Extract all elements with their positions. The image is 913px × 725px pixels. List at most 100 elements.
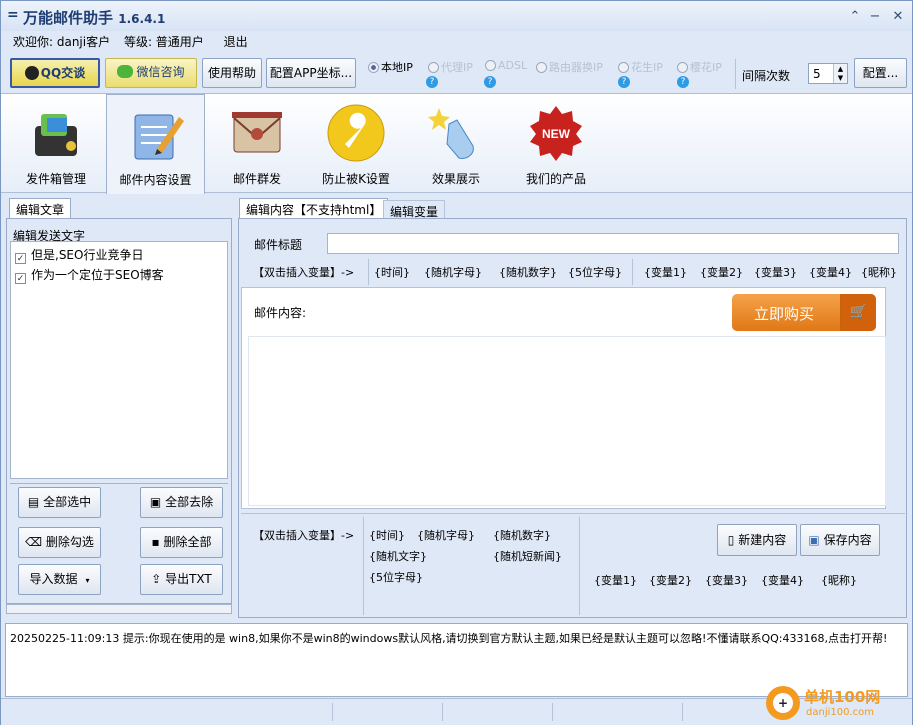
var-random-letter-2[interactable]: {随机字母} [417, 527, 475, 543]
new-badge-icon: NEW [530, 106, 582, 161]
var-random-news[interactable]: {随机短新闻} [493, 548, 562, 564]
tool-mass-send[interactable]: 邮件群发 [208, 94, 306, 192]
radio-sakura-ip[interactable]: 樱花IP [677, 59, 722, 75]
var-2-2[interactable]: {变量2} [649, 572, 692, 588]
cart-icon: 🛒 [840, 294, 876, 331]
var-time[interactable]: {时间} [374, 264, 410, 280]
buy-now-button[interactable]: 立即购买 🛒 [732, 294, 876, 331]
radio-proxy-ip[interactable]: 代理IP [428, 59, 473, 75]
help-proxy-icon[interactable]: ? [426, 76, 438, 88]
var-4[interactable]: {变量4} [809, 264, 852, 280]
welcome-bar: 欢迎你: danji客户 等级: 普通用户 退出 [13, 33, 258, 50]
wechat-icon [117, 65, 134, 78]
var-random-number[interactable]: {随机数字} [499, 264, 557, 280]
status-section [333, 703, 443, 721]
left-scrollbar[interactable] [6, 604, 232, 614]
tool-products[interactable]: NEW 我们的产品 [507, 94, 605, 192]
tool-mailbox[interactable]: 发件箱管理 [7, 94, 105, 192]
select-all-button[interactable]: ▤ 全部选中 [18, 487, 101, 518]
main-window: = 万能邮件助手 1.6.4.1 ⌃ − ✕ 欢迎你: danji客户 等级: … [0, 0, 913, 725]
var-random-letter[interactable]: {随机字母} [424, 264, 482, 280]
eraser-icon: ⌫ [25, 535, 46, 549]
log-message: 20250225-11:09:13 提示:你现在使用的是 win8,如果你不是w… [10, 632, 888, 645]
logout-link[interactable]: 退出 [224, 35, 248, 49]
wechat-button[interactable]: 微信咨询 [105, 58, 197, 88]
save-content-button[interactable]: ▣ 保存内容 [800, 524, 880, 556]
insert-variable-label: 【双击插入变量】-> [253, 266, 355, 279]
radio-local-ip[interactable]: 本地IP [368, 59, 413, 75]
interval-label: 间隔次数 [742, 69, 791, 83]
envelope-icon [232, 112, 282, 153]
status-section [443, 703, 553, 721]
minimize-icon[interactable]: ⌃ [847, 9, 863, 25]
delete-checked-button[interactable]: ⌫ 删除勾选 [18, 527, 101, 558]
qq-penguin-icon [24, 66, 39, 80]
var-4-2[interactable]: {变量4} [761, 572, 804, 588]
radio-adsl[interactable]: ADSL [485, 59, 527, 72]
import-data-button[interactable]: 导入数据 ▾ [18, 564, 101, 595]
new-content-button[interactable]: ▯ 新建内容 [717, 524, 797, 556]
tool-effects[interactable]: 效果展示 [407, 94, 505, 192]
var-nickname-2[interactable]: {昵称} [821, 572, 857, 588]
help-router-icon[interactable]: ? [618, 76, 630, 88]
minimize-button[interactable]: − [867, 9, 883, 25]
tool-anti-ban[interactable]: 防止被K设置 [307, 94, 405, 192]
deselect-all-button[interactable]: ▣ 全部去除 [140, 487, 223, 518]
tool-content-settings[interactable]: 邮件内容设置 [106, 94, 205, 194]
help-adsl-icon[interactable]: ? [484, 76, 496, 88]
help-button[interactable]: 使用帮助 [202, 58, 262, 88]
delete-all-button[interactable]: ▪ 删除全部 [140, 527, 223, 558]
system-menu-icon[interactable]: = [7, 7, 19, 23]
content-editor[interactable] [248, 336, 886, 506]
qq-chat-button[interactable]: QQ交谈 [10, 58, 100, 88]
var-random-text[interactable]: {随机文字} [369, 548, 427, 564]
greeting: 欢迎你: danji客户 [13, 35, 111, 49]
var-2[interactable]: {变量2} [700, 264, 743, 280]
var-5-letters[interactable]: {5位字母} [568, 264, 622, 280]
radio-peanut-ip[interactable]: 花生IP [618, 59, 663, 75]
var-1-2[interactable]: {变量1} [594, 572, 637, 588]
var-5-letters-2[interactable]: {5位字母} [369, 569, 423, 585]
interval-config-button[interactable]: 配置... [854, 58, 907, 88]
tab-edit-content[interactable]: 编辑内容【不支持html】 [239, 198, 389, 219]
help-peanut-icon[interactable]: ? [677, 76, 689, 88]
title-bar[interactable]: = 万能邮件助手 1.6.4.1 ⌃ − ✕ [1, 1, 912, 31]
var-3-2[interactable]: {变量3} [705, 572, 748, 588]
dropdown-arrow-icon: ▾ [85, 576, 90, 585]
new-file-icon: ▯ [727, 533, 739, 547]
spinner-down-icon[interactable]: ▼ [833, 74, 847, 83]
floppy-icon: ▣ [808, 533, 824, 547]
notepad-icon [134, 114, 184, 160]
right-panel: 邮件标题 【双击插入变量】-> {时间} {随机字母} {随机数字} {5位字母… [238, 218, 907, 618]
select-all-icon: ▤ [27, 495, 44, 509]
spinner-up-icon[interactable]: ▲ [833, 64, 847, 74]
send-text-list[interactable]: ✓ 但是,SEO行业竞争日 ✓ 作为一个定位于SEO博客 [10, 241, 228, 479]
tab-edit-variables[interactable]: 编辑变量 [383, 200, 446, 219]
close-button[interactable]: ✕ [890, 9, 906, 25]
content-area: 邮件内容: 立即购买 🛒 [241, 287, 886, 509]
window-title: 万能邮件助手 1.6.4.1 [23, 9, 166, 27]
watermark-logo-icon: + [766, 686, 800, 720]
delete-icon: ▪ [151, 535, 164, 549]
var-random-number-2[interactable]: {随机数字} [493, 527, 551, 543]
subject-input[interactable] [327, 233, 899, 254]
export-txt-button[interactable]: ⇪ 导出TXT [140, 564, 223, 595]
config-app-button[interactable]: 配置APP坐标... [266, 58, 356, 88]
user-level: 等级: 普通用户 [123, 35, 204, 49]
var-3[interactable]: {变量3} [754, 264, 797, 280]
checkbox-checked-icon[interactable]: ✓ [15, 253, 26, 264]
list-item[interactable]: ✓ 作为一个定位于SEO博客 [15, 266, 164, 284]
var-1[interactable]: {变量1} [644, 264, 687, 280]
radio-router-ip[interactable]: 路由器换IP [536, 59, 603, 75]
interval-spinner[interactable]: 5 ▲ ▼ [808, 63, 848, 84]
var-nickname[interactable]: {昵称} [861, 264, 897, 280]
list-item[interactable]: ✓ 但是,SEO行业竞争日 [15, 246, 143, 264]
hand-cursor-icon [428, 108, 474, 159]
svg-text:NEW: NEW [542, 127, 571, 141]
watermark: + 单机100网 danji100.com [766, 686, 906, 722]
export-icon: ⇪ [151, 572, 166, 586]
checkbox-checked-icon[interactable]: ✓ [15, 273, 26, 284]
var-time-2[interactable]: {时间} [369, 527, 405, 543]
deselect-icon: ▣ [149, 495, 166, 509]
tab-edit-article[interactable]: 编辑文章 [9, 198, 72, 219]
